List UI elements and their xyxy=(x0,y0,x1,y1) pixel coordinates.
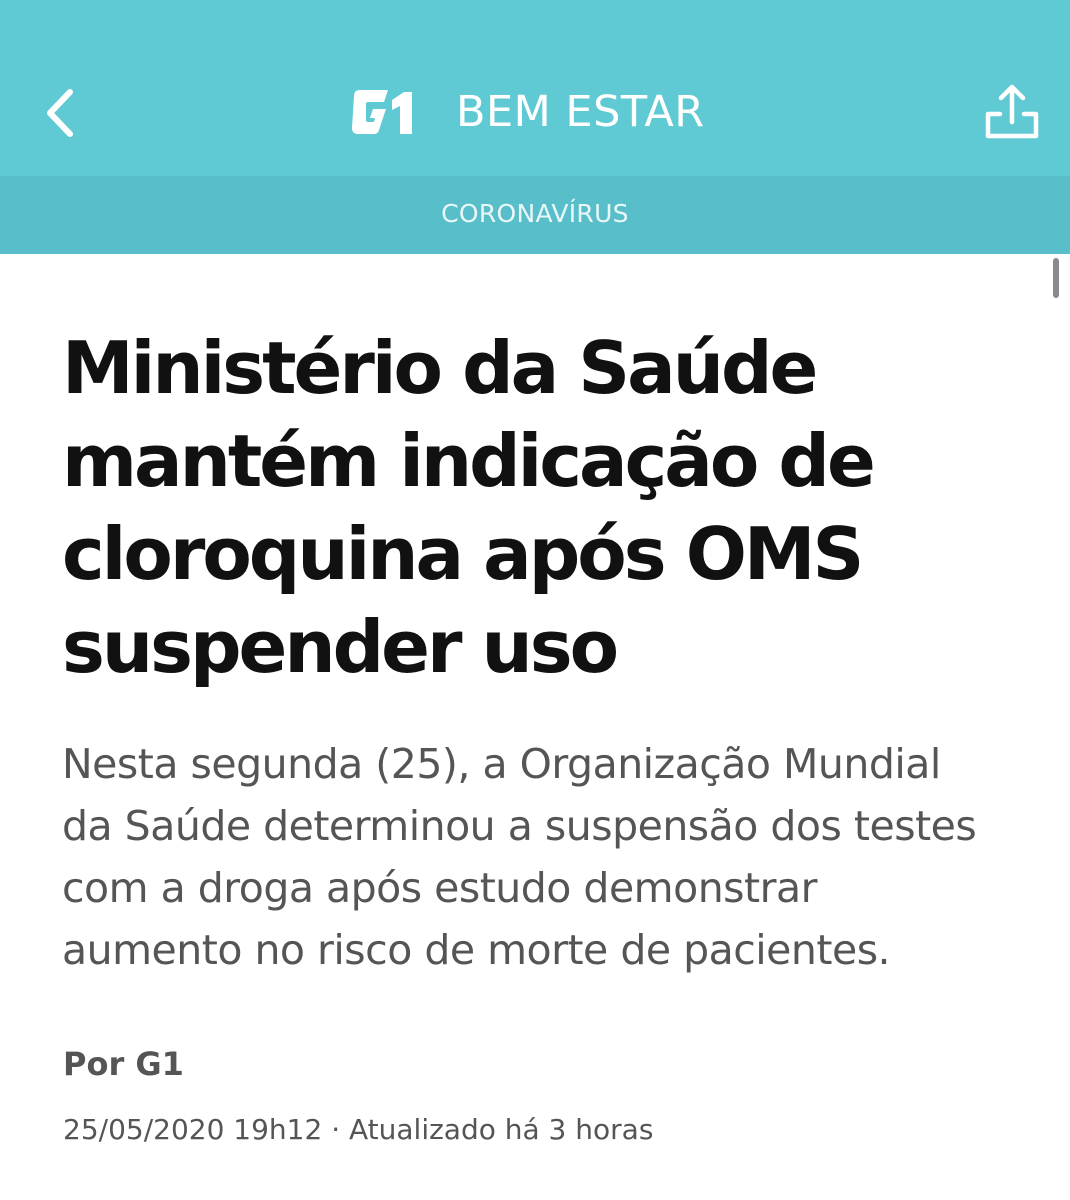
article-title-line: suspender uso xyxy=(62,605,619,689)
article-subtitle-line: aumento no risco de morte de pacientes. xyxy=(62,926,891,974)
article-title-line: cloroquina após OMS xyxy=(62,512,864,596)
article-subtitle: Nesta segunda (25), a Organização Mundia… xyxy=(62,733,1022,981)
share-button[interactable] xyxy=(982,82,1042,142)
article-subtitle-line: Nesta segunda (25), a Organização Mundia… xyxy=(62,740,941,788)
category-bar: CORONAVÍRUS xyxy=(0,176,1070,254)
site-brand[interactable]: G1 BEM ESTAR xyxy=(348,86,705,138)
article-title-line: Ministério da Saúde xyxy=(62,326,818,410)
article-byline: Por G1 xyxy=(63,1045,184,1083)
category-link[interactable]: CORONAVÍRUS xyxy=(441,198,629,230)
article-timestamp: 25/05/2020 19h12 · Atualizado há 3 horas xyxy=(63,1113,654,1146)
article-subtitle-line: com a droga após estudo demonstrar xyxy=(62,864,817,912)
article-subtitle-line: da Saúde determinou a suspensão dos test… xyxy=(62,802,977,850)
back-button[interactable] xyxy=(38,80,88,146)
g1-logo-text: G1 xyxy=(348,88,350,89)
article-title: Ministério da Saúde mantém indicação de cl… xyxy=(62,322,1022,694)
scrollbar[interactable] xyxy=(1053,258,1059,298)
share-icon xyxy=(985,84,1039,139)
top-navigation-bar: G1 BEM ESTAR xyxy=(0,0,1070,176)
chevron-left-icon xyxy=(47,89,73,137)
article-title-line: mantém indicação de xyxy=(62,419,876,503)
section-title: BEM ESTAR xyxy=(456,87,705,137)
g1-logo: G1 xyxy=(348,88,412,134)
